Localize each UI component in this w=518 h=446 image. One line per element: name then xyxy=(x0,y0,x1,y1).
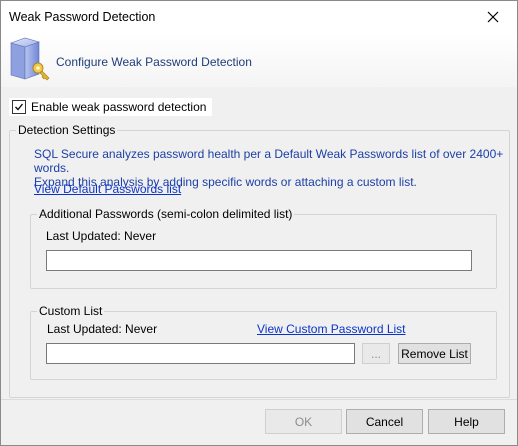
help-button[interactable]: Help xyxy=(428,409,505,434)
detection-settings-group: Detection Settings SQL Secure analyzes p… xyxy=(9,123,510,398)
custom-list-group: Custom List Last Updated: Never View Cus… xyxy=(30,304,497,380)
title-bar: Weak Password Detection xyxy=(1,1,517,33)
close-button[interactable] xyxy=(473,3,513,31)
ok-button[interactable]: OK xyxy=(265,409,342,434)
footer-divider xyxy=(1,399,517,400)
enable-checkbox[interactable] xyxy=(12,100,26,114)
custom-list-last-updated: Last Updated: Never xyxy=(47,322,158,336)
window-title: Weak Password Detection xyxy=(9,10,156,24)
custom-list-path-input[interactable] xyxy=(46,343,355,364)
additional-passwords-legend: Additional Passwords (semi-colon delimit… xyxy=(37,207,295,221)
additional-passwords-group: Additional Passwords (semi-colon delimit… xyxy=(30,207,497,289)
remove-list-button[interactable]: Remove List xyxy=(398,343,471,364)
view-default-passwords-link[interactable]: View Default Passwords list xyxy=(34,182,181,196)
weak-password-detection-dialog: Weak Password Detection Configure Weak P… xyxy=(0,0,518,446)
header-title: Configure Weak Password Detection xyxy=(56,55,252,69)
detection-settings-legend: Detection Settings xyxy=(16,123,118,137)
enable-checkbox-label: Enable weak password detection xyxy=(31,100,207,114)
enable-weak-password-checkbox-row[interactable]: Enable weak password detection xyxy=(9,98,213,116)
server-key-icon xyxy=(10,37,50,81)
description-line-1: SQL Secure analyzes password health per … xyxy=(34,147,504,175)
header-band: Configure Weak Password Detection xyxy=(1,33,517,87)
custom-list-legend: Custom List xyxy=(37,304,105,318)
additional-passwords-input[interactable] xyxy=(46,250,472,271)
close-icon xyxy=(487,11,499,23)
view-custom-password-list-link[interactable]: View Custom Password List xyxy=(257,322,406,336)
additional-passwords-last-updated: Last Updated: Never xyxy=(46,229,157,243)
browse-button[interactable]: ... xyxy=(362,343,390,364)
cancel-button[interactable]: Cancel xyxy=(346,409,423,434)
checkmark-icon xyxy=(15,103,24,111)
